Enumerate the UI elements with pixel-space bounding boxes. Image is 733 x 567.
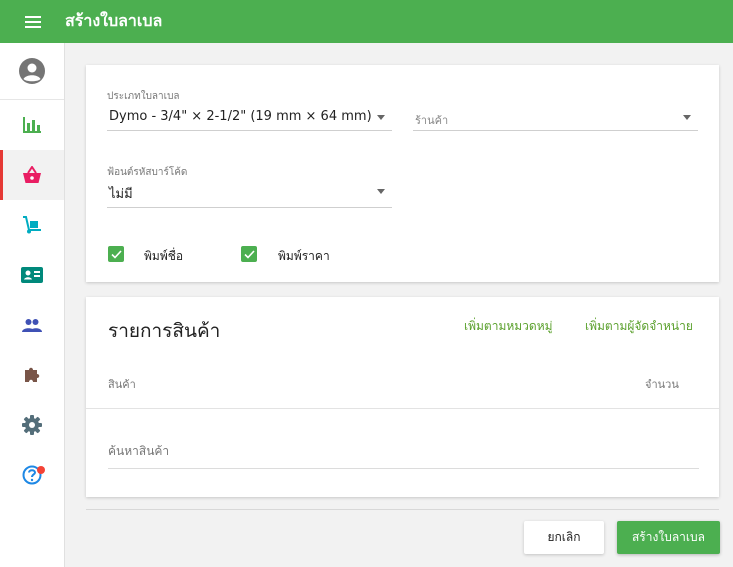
page-title: สร้างใบลาเบล xyxy=(65,11,163,30)
label-type-label: ประเภทใบลาเบล xyxy=(107,91,180,102)
barcode-font-value: ไม่มี xyxy=(109,187,133,202)
sidebar-item-products[interactable] xyxy=(0,150,64,200)
account-circle-icon xyxy=(19,58,45,84)
puzzle-icon xyxy=(25,367,40,382)
store-placeholder: ร้านค้า xyxy=(415,114,449,127)
add-by-supplier-link[interactable]: เพิ่มตามผู้จัดจำหน่าย xyxy=(585,317,693,336)
print-name-checkbox[interactable] xyxy=(108,246,124,262)
add-by-category-link[interactable]: เพิ่มตามหมวดหมู่ xyxy=(464,317,553,336)
barcode-font-select[interactable]: ฟ้อนต์รหัสบาร์โค้ด ไม่มี xyxy=(107,163,392,208)
chevron-down-icon xyxy=(377,189,385,194)
basket-icon xyxy=(23,166,41,183)
gear-icon xyxy=(22,415,42,435)
contact-card-icon xyxy=(21,267,43,283)
main-content: ประเภทใบลาเบล Dymo - 3/4" × 2-1/2" (19 m… xyxy=(65,43,733,567)
sidebar-item-help[interactable] xyxy=(0,450,64,500)
sidebar-item-settings[interactable] xyxy=(0,400,64,450)
check-icon xyxy=(243,249,255,259)
search-underline xyxy=(108,468,699,469)
label-type-select[interactable]: ประเภทใบลาเบล Dymo - 3/4" × 2-1/2" (19 m… xyxy=(107,87,392,131)
items-title: รายการสินค้า xyxy=(108,320,221,342)
app-bar: สร้างใบลาเบล xyxy=(0,0,733,43)
print-price-label: พิมพ์ราคา xyxy=(278,249,330,263)
sidebar-item-inventory[interactable] xyxy=(0,200,64,250)
sidebar-item-reports[interactable] xyxy=(0,100,64,150)
product-search-input[interactable]: ค้นหาสินค้า xyxy=(108,442,169,461)
hamburger-icon xyxy=(24,15,41,28)
notification-badge xyxy=(37,466,45,474)
sidebar xyxy=(0,43,65,567)
chevron-down-icon xyxy=(377,115,385,120)
sidebar-item-employees[interactable] xyxy=(0,300,64,350)
store-select[interactable]: ร้านค้า xyxy=(413,87,698,131)
bar-chart-icon xyxy=(23,117,41,133)
sidebar-item-account[interactable] xyxy=(0,43,64,100)
sidebar-item-customers[interactable] xyxy=(0,250,64,300)
label-settings-card: ประเภทใบลาเบล Dymo - 3/4" × 2-1/2" (19 m… xyxy=(86,65,719,282)
hand-truck-icon xyxy=(23,216,41,234)
chevron-down-icon xyxy=(683,115,691,120)
sidebar-item-integrations[interactable] xyxy=(0,350,64,400)
barcode-font-label: ฟ้อนต์รหัสบาร์โค้ด xyxy=(107,167,188,178)
print-name-label: พิมพ์ชื่อ xyxy=(144,249,184,263)
cancel-button[interactable]: ยกเลิก xyxy=(524,521,604,554)
menu-button[interactable] xyxy=(0,0,65,43)
divider xyxy=(86,408,719,409)
footer-divider xyxy=(86,509,719,510)
label-type-value: Dymo - 3/4" × 2-1/2" (19 mm × 64 mm) xyxy=(109,109,372,124)
check-icon xyxy=(110,249,122,259)
column-header-product: สินค้า xyxy=(108,378,136,391)
items-card: รายการสินค้า เพิ่มตามหมวดหมู่ เพิ่มตามผู… xyxy=(86,297,719,497)
column-header-quantity: จำนวน xyxy=(645,378,679,391)
people-icon xyxy=(22,319,42,332)
create-label-button[interactable]: สร้างใบลาเบล xyxy=(617,521,720,554)
print-price-checkbox[interactable] xyxy=(241,246,257,262)
